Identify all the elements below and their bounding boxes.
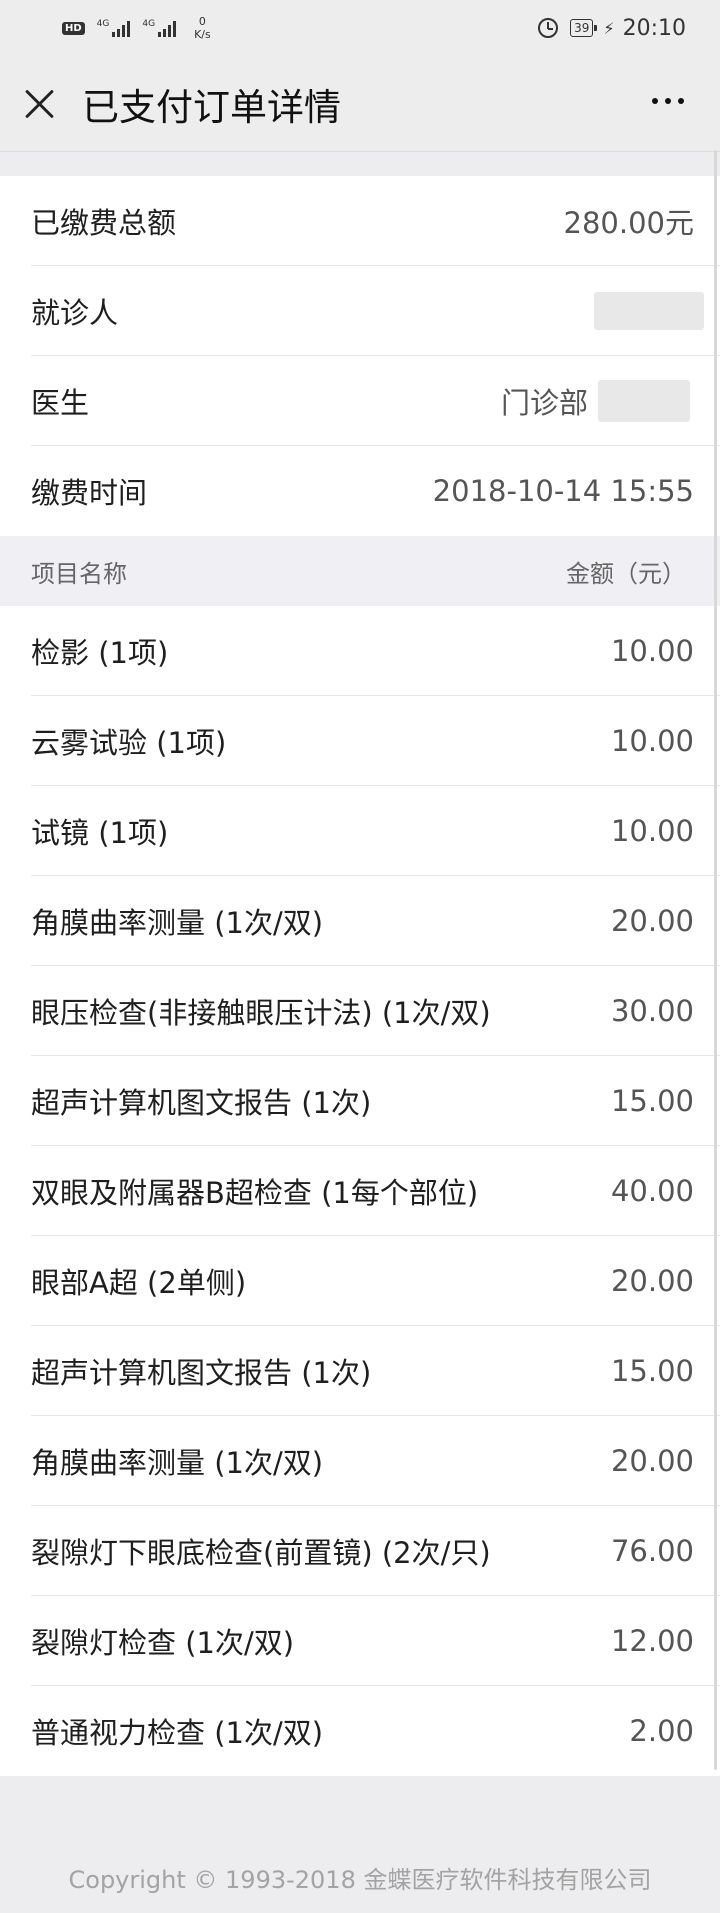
table-row: 角膜曲率测量 (1次/双) 20.00: [31, 1416, 720, 1506]
charging-icon: ⚡: [603, 18, 615, 38]
total-value: 280.00元: [563, 205, 694, 240]
items-list: 检影 (1项) 10.00 云雾试验 (1项) 10.00 试镜 (1项) 10.00 角膜…: [0, 606, 720, 1776]
top-spacer: [0, 152, 720, 176]
table-row: 超声计算机图文报告 (1次) 15.00: [31, 1056, 720, 1146]
table-row: 试镜 (1项) 10.00: [31, 786, 720, 876]
item-name: 超声计算机图文报告 (1次): [31, 1085, 372, 1120]
close-icon: [23, 87, 57, 121]
net-speed: 0 K/s: [194, 15, 211, 41]
item-name: 试镜 (1项): [31, 815, 169, 850]
item-name: 角膜曲率测量 (1次/双): [31, 905, 324, 940]
table-row: 检影 (1项) 10.00: [31, 606, 720, 696]
more-dot-icon: [665, 98, 671, 104]
item-amount: 15.00: [610, 1353, 694, 1388]
item-name: 角膜曲率测量 (1次/双): [31, 1445, 324, 1480]
scrollbar[interactable]: [714, 150, 717, 1770]
status-bar: HD 4G 4G 0 K/s 39 ⚡ 20:10: [0, 0, 720, 56]
doctor-row: 医生 门诊部: [31, 356, 720, 446]
items-table-header: 项目名称 金额（元）: [0, 536, 720, 606]
table-row: 眼部A超 (2单侧) 20.00: [31, 1236, 720, 1326]
item-amount: 10.00: [610, 633, 694, 668]
total-row: 已缴费总额 280.00元: [31, 176, 720, 266]
net-speed-unit: K/s: [194, 28, 211, 41]
item-name: 双眼及附属器B超检查 (1每个部位): [31, 1175, 479, 1210]
item-amount: 40.00: [610, 1173, 694, 1208]
payment-time-value: 2018-10-14 15:55: [432, 474, 694, 508]
more-dot-icon: [652, 98, 658, 104]
table-row: 角膜曲率测量 (1次/双) 20.00: [31, 876, 720, 966]
item-name: 裂隙灯下眼底检查(前置镜) (2次/只): [31, 1535, 491, 1570]
item-amount: 2.00: [629, 1714, 694, 1748]
column-header-name: 项目名称: [31, 559, 127, 588]
doctor-name-redacted: [598, 379, 690, 422]
doctor-label: 医生: [31, 385, 90, 420]
battery-level: 39: [574, 21, 590, 35]
item-name: 普通视力检查 (1次/双): [31, 1716, 324, 1750]
hd-badge: HD: [62, 21, 85, 35]
item-amount: 10.00: [610, 813, 694, 848]
item-name: 检影 (1项): [31, 635, 169, 670]
status-right: 39 ⚡ 20:10: [538, 16, 686, 41]
item-amount: 20.00: [610, 1263, 694, 1298]
footer-copyright: Copyright © 1993-2018 金蝶医疗软件科技有限公司: [68, 1866, 652, 1894]
net-speed-value: 0: [198, 15, 206, 28]
total-label: 已缴费总额: [31, 205, 177, 240]
page-title: 已支付订单详情: [82, 85, 341, 129]
table-row: 超声计算机图文报告 (1次) 15.00: [31, 1326, 720, 1416]
item-amount: 15.00: [610, 1083, 694, 1118]
column-header-amount: 金额（元）: [566, 559, 686, 588]
item-amount: 10.00: [610, 723, 694, 758]
item-amount: 20.00: [610, 903, 694, 938]
table-row: 裂隙灯检查 (1次/双) 12.00: [31, 1596, 720, 1686]
patient-name-redacted: [594, 291, 704, 330]
nav-bar: 已支付订单详情: [0, 56, 720, 152]
more-button[interactable]: [652, 92, 684, 110]
signal-icon: 4G: [97, 19, 131, 37]
status-time: 20:10: [622, 15, 686, 41]
item-name: 裂隙灯检查 (1次/双): [31, 1625, 295, 1660]
table-row: 云雾试验 (1项) 10.00: [31, 696, 720, 786]
doctor-dept: 门诊部: [500, 385, 588, 420]
table-row: 裂隙灯下眼底检查(前置镜) (2次/只) 76.00: [31, 1506, 720, 1596]
item-amount: 76.00: [610, 1533, 694, 1568]
status-left: HD 4G 4G 0 K/s: [62, 15, 211, 41]
close-button[interactable]: [0, 56, 80, 152]
payment-time-row: 缴费时间 2018-10-14 15:55: [31, 446, 720, 536]
alarm-icon: [538, 18, 559, 38]
battery-icon: 39: [570, 19, 598, 37]
patient-row: 就诊人: [31, 266, 720, 356]
item-amount: 30.00: [610, 993, 694, 1028]
item-amount: 12.00: [610, 1623, 694, 1658]
more-dot-icon: [678, 98, 684, 104]
table-row: 眼压检查(非接触眼压计法) (1次/双) 30.00: [31, 966, 720, 1056]
item-name: 超声计算机图文报告 (1次): [31, 1355, 372, 1390]
table-row: 普通视力检查 (1次/双) 2.00: [31, 1686, 720, 1776]
table-row: 双眼及附属器B超检查 (1每个部位) 40.00: [31, 1146, 720, 1236]
signal-icon: 4G: [142, 19, 177, 37]
item-name: 眼部A超 (2单侧): [31, 1265, 247, 1300]
item-name: 云雾试验 (1项): [31, 725, 227, 760]
item-name: 眼压检查(非接触眼压计法) (1次/双): [31, 995, 491, 1030]
item-amount: 20.00: [610, 1443, 694, 1478]
payment-time-label: 缴费时间: [31, 476, 148, 510]
summary-card: 已缴费总额 280.00元 就诊人 医生 门诊部 缴费时间 2018-10-14…: [0, 176, 720, 536]
patient-label: 就诊人: [31, 295, 119, 330]
